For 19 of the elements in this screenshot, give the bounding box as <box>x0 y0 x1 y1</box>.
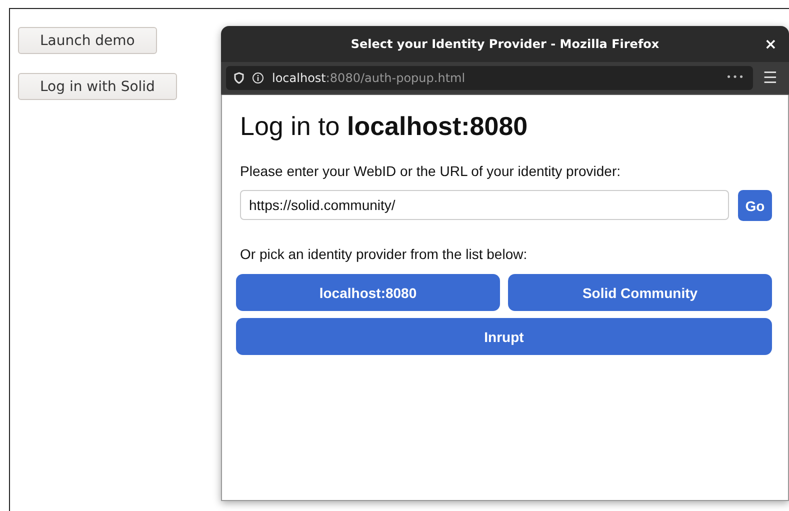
menu-icon[interactable]: ☰ <box>763 68 777 88</box>
go-button[interactable]: Go <box>738 190 772 221</box>
list-prompt: Or pick an identity provider from the list below: <box>240 246 528 262</box>
prompt-text: Please enter your WebID or the URL of your identity provider: <box>240 163 622 179</box>
webid-input[interactable]: https://solid.community/ <box>240 190 729 220</box>
page-button[interactable]: Log in with Solid <box>18 73 177 100</box>
url-host: localhost <box>272 71 326 85</box>
shield-icon[interactable] <box>234 72 244 84</box>
address-bar[interactable]: localhost:8080/auth-popup.html ••• <box>226 66 753 90</box>
page-button[interactable]: Launch demo <box>18 27 157 54</box>
page-heading: Log in to localhost:8080 <box>240 111 529 143</box>
more-icon[interactable]: ••• <box>726 73 745 83</box>
provider-button[interactable]: localhost:8080 <box>236 274 500 311</box>
provider-button[interactable]: Solid Community <box>508 274 772 311</box>
url-path: :8080/auth-popup.html <box>326 71 466 85</box>
provider-button[interactable]: Inrupt <box>236 318 772 355</box>
window-title: Select your Identity Provider - Mozilla Firefox <box>350 37 660 51</box>
close-icon[interactable]: × <box>764 35 777 53</box>
info-icon[interactable] <box>252 72 264 84</box>
